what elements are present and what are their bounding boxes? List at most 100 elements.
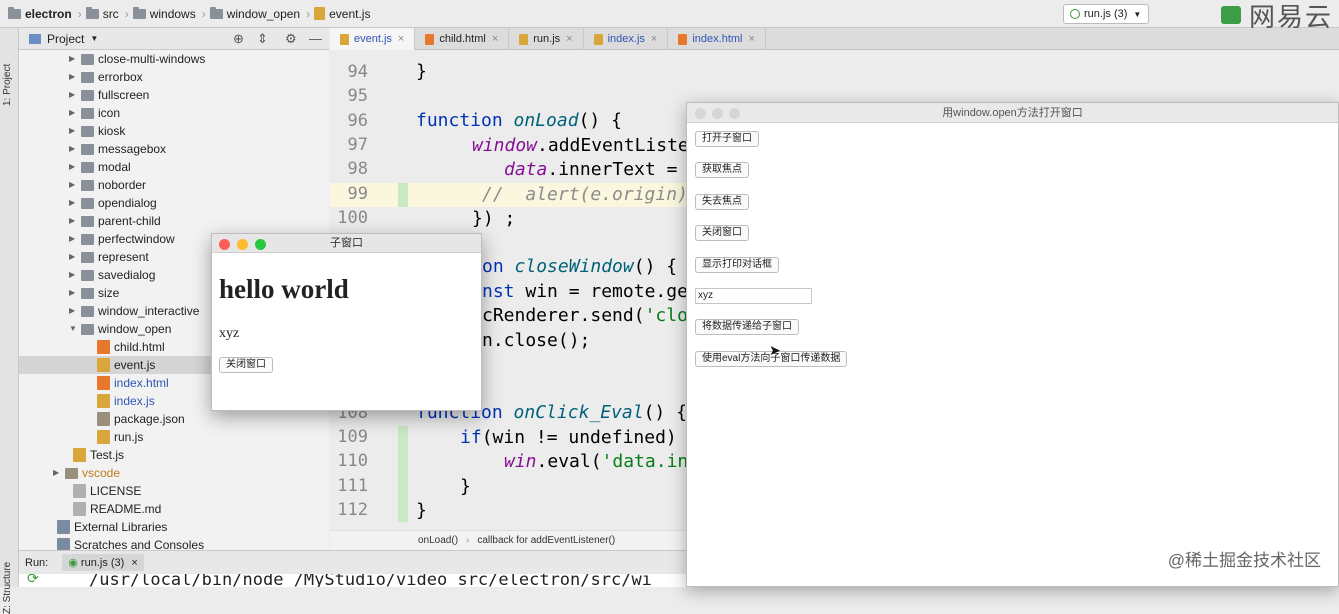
project-tool-button[interactable]: 1: Project (2, 64, 13, 106)
close-window-button[interactable]: 关闭窗口 (695, 225, 749, 241)
tree-item[interactable]: Test.js (19, 446, 319, 464)
structure-tool-button[interactable]: Z: Structure (2, 562, 13, 614)
breadcrumb-callback[interactable]: callback for addEventListener() (477, 535, 615, 546)
run-tab[interactable]: ◉ run.js (3) × (62, 554, 144, 571)
tree-item[interactable]: run.js (19, 428, 319, 446)
send-data-button[interactable]: 将数据传递给子窗口 (695, 319, 799, 335)
watermark-logo: 网易云 (1179, 0, 1339, 32)
file-icon (593, 33, 603, 45)
chevron-right-icon[interactable]: ▶ (69, 176, 81, 194)
editor-breadcrumb: onLoad() › callback for addEventListener… (330, 530, 690, 550)
gear-icon[interactable]: ⚙ (285, 31, 297, 47)
chevron-right-icon[interactable]: ▶ (69, 68, 81, 86)
chevron-right-icon[interactable]: ▶ (69, 104, 81, 122)
tree-item[interactable]: LICENSE (19, 482, 319, 500)
code-line: } (460, 476, 471, 497)
tab-run-js[interactable]: run.js × (509, 28, 584, 50)
close-icon[interactable]: × (748, 33, 754, 45)
close-icon[interactable]: × (131, 557, 137, 569)
close-window-icon[interactable] (695, 108, 706, 119)
tree-item[interactable]: Scratches and Consoles (19, 536, 319, 550)
rerun-icon[interactable]: ⟳ (27, 574, 39, 587)
lose-focus-button[interactable]: 失去焦点 (695, 194, 749, 210)
tab-index-js[interactable]: index.js × (584, 28, 669, 50)
print-dialog-button[interactable]: 显示打印对话框 (695, 257, 779, 273)
folder-icon (81, 251, 94, 263)
tree-item[interactable]: ▶ fullscreen (19, 86, 319, 104)
chevron-right-icon[interactable]: ▶ (69, 158, 81, 176)
open-child-window-button[interactable]: 打开子窗口 (695, 131, 759, 147)
tree-item-label: kiosk (98, 124, 126, 138)
tree-item[interactable]: README.md (19, 500, 319, 518)
line-number: 97 (347, 135, 368, 155)
collapse-icon[interactable]: ⇕ (257, 31, 268, 47)
chevron-right-icon[interactable]: ▶ (69, 248, 81, 266)
chevron-right-icon[interactable]: ▶ (69, 284, 81, 302)
close-icon[interactable]: × (651, 33, 657, 45)
chevron-right-icon[interactable]: ▶ (69, 194, 81, 212)
get-focus-button[interactable]: 获取焦点 (695, 162, 749, 178)
folder-icon (65, 467, 78, 479)
tree-item-label: LICENSE (90, 484, 142, 498)
watermark-text: @稀土掘金技术社区 (1167, 551, 1321, 570)
tree-item[interactable]: ▶ errorbox (19, 68, 319, 86)
tree-item[interactable]: ▶ vscode (19, 464, 319, 482)
chevron-right-icon[interactable]: ▶ (69, 86, 81, 104)
tab-event-js[interactable]: event.js × (330, 28, 416, 50)
close-window-icon[interactable] (219, 239, 230, 250)
chevron-right-icon[interactable]: ▶ (69, 266, 81, 284)
window-titlebar[interactable]: 用window.open方法打开窗口 (687, 103, 1338, 123)
tree-item[interactable]: External Libraries (19, 518, 319, 536)
tree-item-label: window_interactive (98, 304, 200, 318)
code-line: window.addEventListe (472, 135, 689, 156)
project-icon (29, 33, 41, 44)
breadcrumb-item[interactable]: windows (132, 6, 196, 21)
run-console-output[interactable]: ⟳ /usr/local/bin/node /MyStudio/video_sr… (19, 574, 689, 587)
code-line: on closeWindow() { (482, 256, 678, 277)
chevron-right-icon[interactable]: ▶ (69, 302, 81, 320)
tree-item-label: errorbox (98, 70, 143, 84)
breadcrumb-item[interactable]: src (85, 6, 119, 21)
maximize-window-icon[interactable] (729, 108, 740, 119)
chevron-right-icon[interactable]: ▶ (53, 464, 65, 482)
minimize-icon[interactable]: — (309, 31, 322, 46)
tree-item[interactable]: package.json (19, 410, 319, 428)
chevron-right-icon[interactable]: ▶ (69, 212, 81, 230)
tree-item[interactable]: ▶ modal (19, 158, 319, 176)
tree-item[interactable]: ▶ opendialog (19, 194, 319, 212)
folder-icon (81, 143, 94, 155)
chevron-right-icon[interactable]: ▶ (69, 230, 81, 248)
chevron-down-icon[interactable]: ▼ (90, 34, 98, 43)
maximize-window-icon[interactable] (255, 239, 266, 250)
tree-item[interactable]: ▶ icon (19, 104, 319, 122)
run-config-select[interactable]: run.js (3) ▼ (1063, 4, 1149, 24)
breadcrumb-item[interactable]: event.js (314, 7, 370, 21)
child-window-titlebar[interactable]: 子窗口 (212, 234, 481, 253)
chevron-right-icon[interactable]: ▶ (69, 140, 81, 158)
message-input[interactable]: xyz (695, 288, 812, 304)
breadcrumb-function[interactable]: onLoad() (418, 535, 458, 546)
tree-item[interactable]: ▶ close-multi-windows (19, 50, 319, 68)
tree-item[interactable]: ▶ noborder (19, 176, 319, 194)
close-icon[interactable]: × (566, 33, 572, 45)
breadcrumb-item[interactable]: electron (8, 6, 72, 21)
child-close-button[interactable]: 关闭窗口 (219, 357, 273, 373)
close-icon[interactable]: × (398, 33, 404, 45)
tab-child-html[interactable]: child.html × (415, 28, 510, 50)
tree-item-label: opendialog (98, 196, 157, 210)
code-line: data.innerText = (504, 159, 678, 180)
tree-item[interactable]: ▶ messagebox (19, 140, 319, 158)
minimize-window-icon[interactable] (237, 239, 248, 250)
minimize-window-icon[interactable] (712, 108, 723, 119)
project-view-select[interactable]: Project (47, 32, 84, 46)
chevron-right-icon[interactable]: ▶ (69, 50, 81, 68)
chevron-down-icon[interactable]: ▼ (69, 320, 81, 338)
tree-item[interactable]: ▶ kiosk (19, 122, 319, 140)
tree-item-label: close-multi-windows (98, 52, 206, 66)
tree-item[interactable]: ▶ parent-child (19, 212, 319, 230)
chevron-right-icon[interactable]: ▶ (69, 122, 81, 140)
locate-icon[interactable]: ⊕ (233, 31, 244, 47)
breadcrumb-item[interactable]: window_open (209, 6, 300, 21)
close-icon[interactable]: × (492, 33, 498, 45)
tab-index-html[interactable]: index.html × (668, 28, 766, 50)
